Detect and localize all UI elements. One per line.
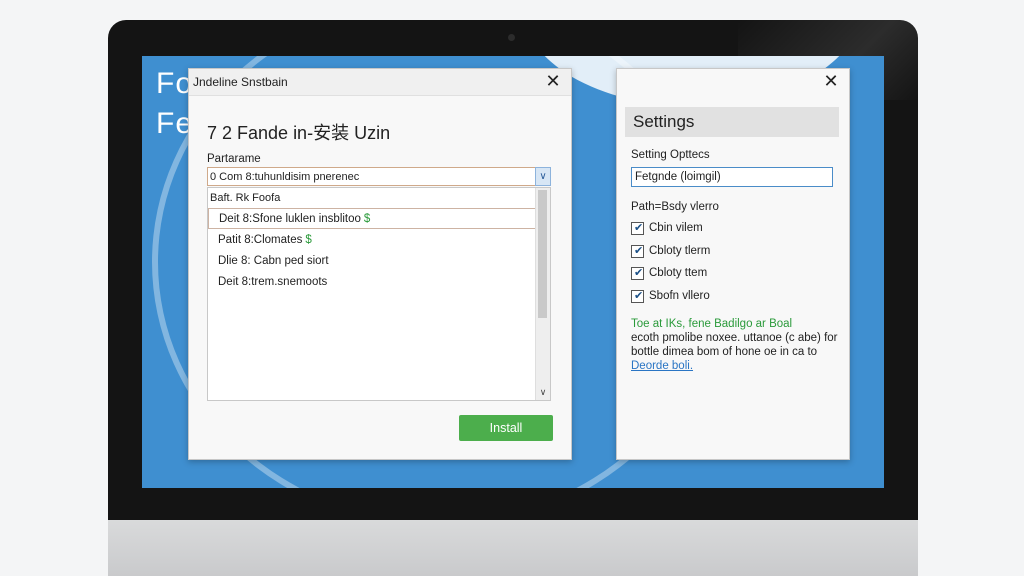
info-text-line1: Toe at IKs, fene Badilgo ar Boal <box>631 318 793 330</box>
settings-title: Settings <box>625 107 839 137</box>
checkmark-icon: ✔ <box>634 290 644 302</box>
list-item-status: $ <box>363 213 371 225</box>
install-button[interactable]: Install <box>459 415 553 441</box>
info-link[interactable]: Deorde boli. <box>631 359 693 373</box>
chevron-down-icon[interactable]: ∨ <box>535 167 551 186</box>
list-item-label: Patit 8:Clomates <box>218 234 303 246</box>
list-header: Baft. Rk Foofa <box>210 192 281 204</box>
checkbox-label: Sbofn vllero <box>649 290 710 302</box>
parameter-combobox[interactable]: 0 Com 8:tuhunldisim pnerenec ∨ <box>207 167 551 186</box>
parameter-label: Partarame <box>207 153 261 165</box>
component-list[interactable]: Baft. Rk Foofa Deit 8:Sfone luklen insbl… <box>207 187 551 401</box>
close-icon: ✕ <box>545 71 561 91</box>
settings-close-button[interactable]: ✕ <box>821 71 841 91</box>
scroll-down-icon[interactable]: ∨ <box>536 386 550 398</box>
checkmark-icon: ✔ <box>634 267 644 279</box>
checkbox[interactable]: ✔ <box>631 290 644 303</box>
scrollbar-thumb[interactable] <box>538 190 547 318</box>
installer-close-button[interactable]: ✕ <box>543 71 563 91</box>
monitor-chin <box>108 520 918 576</box>
list-item-label: Deit 8:Sfone luklen insblitoo <box>219 213 361 225</box>
checkmark-icon: ✔ <box>634 245 644 257</box>
checkmark-icon: ✔ <box>634 222 644 234</box>
setting-options-label: Setting Opttecs <box>631 149 710 161</box>
info-text-line2: ecoth pmolibe noxee. uttanoe (c abe) for <box>631 332 838 344</box>
list-item-label: Deit 8:trem.snemoots <box>218 276 328 288</box>
list-item[interactable]: Deit 8:Sfone luklen insblitoo $ <box>208 208 536 229</box>
checkbox-label: Cbin vilem <box>649 222 703 234</box>
list-item[interactable]: Dlie 8: Cabn ped siort <box>208 251 536 272</box>
settings-dialog: ✕ Settings Setting Opttecs Fetgnde (loim… <box>616 68 850 460</box>
path-label: Path=Bsdy vlerro <box>631 201 719 213</box>
setting-input[interactable]: Fetgnde (loimgil) <box>631 167 833 187</box>
list-item-status: $ <box>305 234 312 246</box>
list-item-label: Dlie 8: Cabn ped siort <box>218 255 329 267</box>
settings-titlebar: ✕ <box>617 69 849 95</box>
list-item[interactable]: Patit 8:Clomates $ <box>208 230 536 251</box>
checkbox-label: Cbloty ttem <box>649 267 708 279</box>
installer-titlebar: Jndeline Snstbain ✕ <box>189 69 571 96</box>
combo-value: 0 Com 8:tuhunldisim pnerenec <box>210 171 360 183</box>
installer-dialog: Jndeline Snstbain ✕ 7 2 Fande in-安装 Uzin… <box>188 68 572 460</box>
checkbox[interactable]: ✔ <box>631 267 644 280</box>
checkbox[interactable]: ✔ <box>631 245 644 258</box>
close-icon: ✕ <box>823 71 839 91</box>
checkbox[interactable]: ✔ <box>631 222 644 235</box>
list-scrollbar[interactable]: ∨ <box>535 188 550 400</box>
installer-heading: 7 2 Fande in-安装 Uzin <box>207 123 391 143</box>
installer-title: Jndeline Snstbain <box>193 75 288 89</box>
info-text-line3: bottle dimea bom of hone oe in ca to <box>631 346 818 358</box>
checkbox-label: Cbloty tlerm <box>649 245 711 257</box>
list-item[interactable]: Deit 8:trem.snemoots <box>208 272 536 293</box>
webcam <box>508 34 515 41</box>
